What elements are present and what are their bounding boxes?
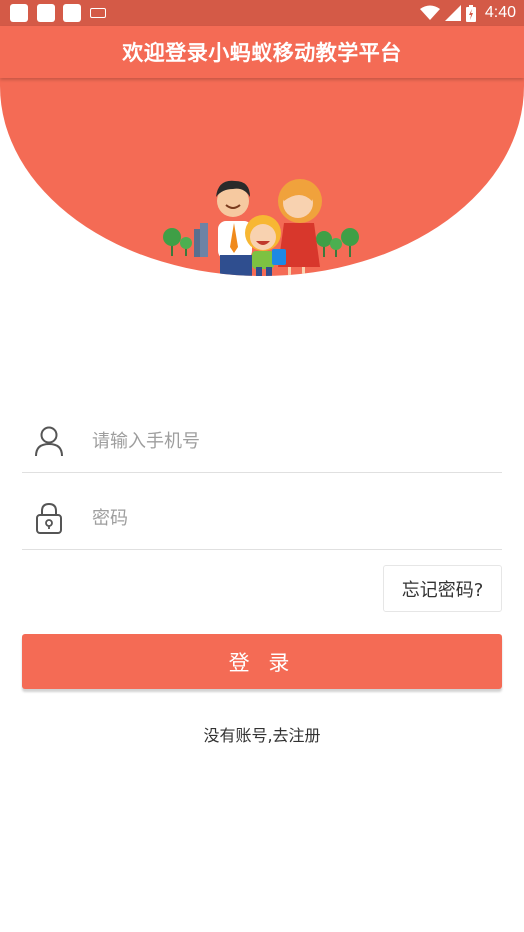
page-title: 欢迎登录小蚂蚁移动教学平台	[122, 41, 402, 65]
family-illustration	[163, 179, 359, 276]
notification-icon	[63, 4, 81, 22]
notification-icon	[10, 4, 28, 22]
user-icon	[35, 426, 63, 457]
app-header: 欢迎登录小蚂蚁移动教学平台	[0, 26, 524, 78]
status-bar: 4:40	[0, 0, 524, 26]
password-field	[22, 484, 502, 550]
register-link[interactable]: 没有账号,去注册	[0, 722, 524, 746]
signal-icon	[444, 5, 461, 21]
phone-input[interactable]	[92, 423, 492, 459]
forgot-password-button[interactable]: 忘记密码?	[383, 565, 502, 612]
phone-field	[22, 407, 502, 473]
wifi-icon	[419, 5, 440, 20]
status-time: 4:40	[484, 4, 516, 21]
notification-icon	[37, 4, 55, 22]
password-input[interactable]	[92, 500, 492, 536]
battery-icon	[465, 4, 476, 22]
login-button[interactable]: 登 录	[22, 634, 502, 689]
lock-icon	[36, 502, 62, 534]
keyboard-icon	[90, 8, 106, 18]
